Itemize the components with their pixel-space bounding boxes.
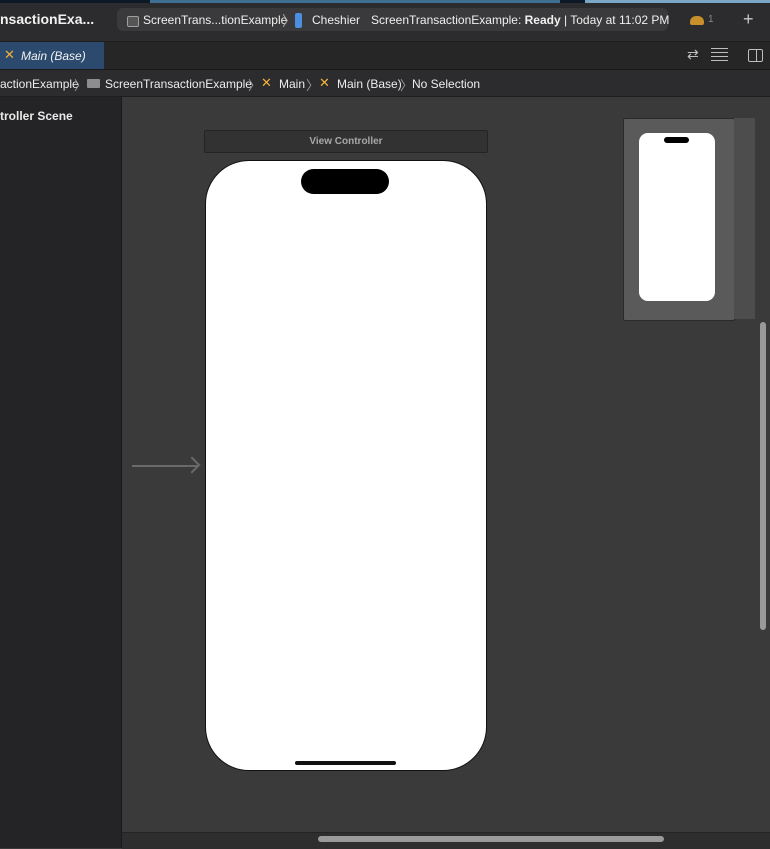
chevron-right-icon: 〉 — [282, 13, 296, 29]
horizontal-scrollbar[interactable] — [318, 836, 664, 842]
run-destination-selector[interactable]: Cheshier — [312, 13, 360, 27]
home-indicator — [295, 761, 396, 765]
chevron-right-icon: 〉 — [74, 78, 88, 93]
add-button[interactable]: + — [743, 9, 754, 29]
status-state: Ready — [524, 13, 561, 27]
tab-label[interactable]: Main (Base) — [21, 49, 86, 63]
dynamic-island — [301, 169, 389, 194]
project-title[interactable]: nsactionExa... — [0, 11, 94, 27]
breadcrumb-item-selection[interactable]: No Selection — [412, 77, 480, 91]
view-controller-scene[interactable] — [205, 160, 487, 771]
minimap-scene[interactable] — [639, 133, 715, 301]
minimap-island — [664, 137, 689, 143]
document-outline — [0, 97, 122, 848]
app-target-icon — [127, 16, 139, 27]
breadcrumb-item-group[interactable]: ScreenTransactionExample — [105, 77, 252, 91]
folder-icon — [87, 79, 100, 88]
scheme-selector[interactable]: ScreenTrans...tionExample — [143, 13, 287, 27]
storyboard-icon: ✕ — [4, 47, 15, 62]
device-icon — [295, 13, 302, 28]
storyboard-icon: ✕ — [319, 75, 330, 90]
chevron-right-icon: 〉 — [306, 78, 320, 93]
build-status-text: ScreenTransactionExample: Ready | Today … — [371, 13, 669, 27]
chevron-right-icon: 〉 — [248, 78, 262, 93]
outline-item-scene[interactable]: troller Scene — [0, 109, 73, 123]
editor-options-icon[interactable] — [711, 48, 728, 61]
breadcrumb-item-project[interactable]: actionExample — [0, 77, 79, 91]
related-items-icon[interactable]: ⇄ — [687, 46, 699, 63]
vertical-scrollbar[interactable] — [760, 322, 766, 630]
warning-count[interactable]: 1 — [708, 14, 714, 25]
scene-title-bar[interactable]: View Controller — [204, 130, 488, 153]
editor-tab-bar — [0, 42, 770, 70]
inspector-toggle-icon[interactable] — [748, 49, 763, 62]
warning-icon[interactable] — [690, 16, 704, 25]
storyboard-icon: ✕ — [261, 75, 272, 90]
status-prefix: ScreenTransactionExample: — [371, 13, 525, 27]
breadcrumb-item-file[interactable]: Main — [279, 77, 305, 91]
breadcrumb-item-localization[interactable]: Main (Base) — [337, 77, 402, 91]
status-time: | Today at 11:02 PM — [560, 13, 670, 27]
